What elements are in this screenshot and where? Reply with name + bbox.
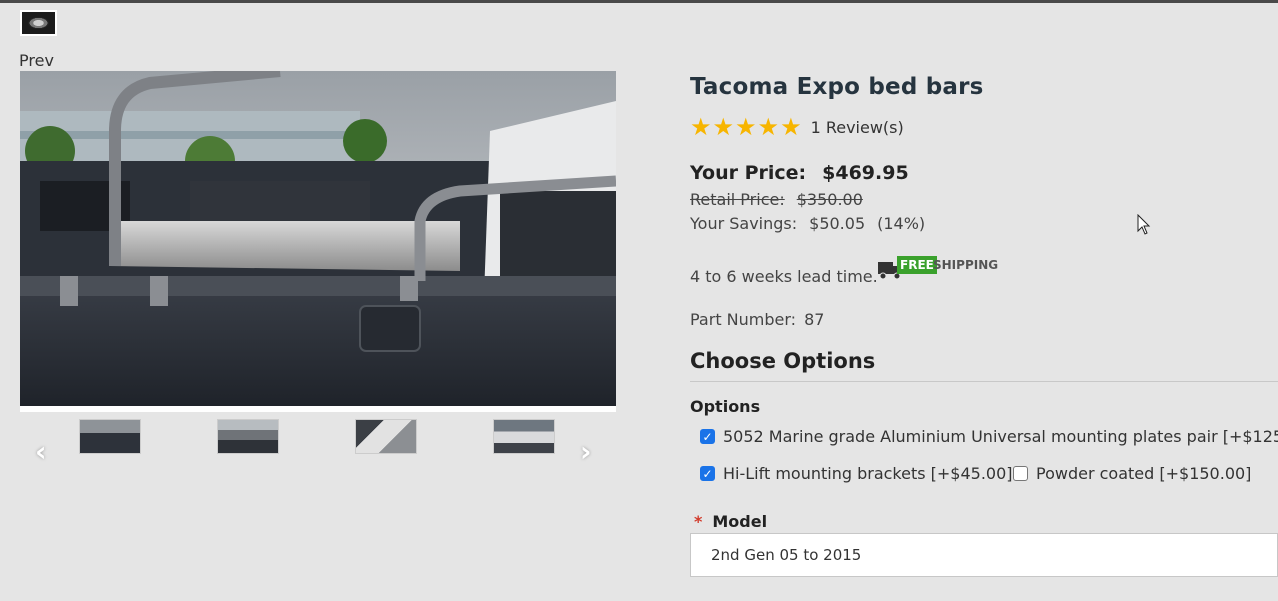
gallery-thumbnail-1[interactable] [79, 419, 141, 454]
star-icon: ★ [780, 113, 802, 141]
option-powder-coated[interactable]: Powder coated [+$150.00] [1013, 464, 1251, 483]
retail-price-label: Retail Price: [690, 190, 785, 209]
part-number: Part Number: 87 [690, 310, 824, 329]
prev-link[interactable]: Prev [19, 51, 54, 70]
part-number-value: 87 [804, 310, 825, 329]
checkbox-unchecked[interactable] [1013, 466, 1028, 481]
option-label: 5052 Marine grade Aluminium Universal mo… [723, 427, 1278, 446]
model-select[interactable]: 2nd Gen 05 to 2015 [690, 533, 1278, 577]
lead-time: 4 to 6 weeks lead time. [690, 267, 878, 286]
star-icon: ★ [690, 113, 712, 141]
your-price-label: Your Price: [690, 162, 807, 184]
gallery-thumbnail-4[interactable] [493, 419, 555, 454]
reviews-link[interactable]: 1 Review(s) [811, 118, 904, 137]
options-divider [690, 381, 1278, 382]
savings: Your Savings: $50.05 (14%) [690, 214, 925, 233]
option-mounting-plates[interactable]: 5052 Marine grade Aluminium Universal mo… [700, 427, 1278, 446]
option-hilift-brackets[interactable]: Hi-Lift mounting brackets [+$45.00] [700, 464, 1013, 483]
truck-bed-photo [20, 71, 616, 406]
checkbox-checked[interactable] [700, 466, 715, 481]
your-price-value: $469.95 [822, 162, 909, 184]
model-selected-value: 2nd Gen 05 to 2015 [711, 546, 862, 564]
top-border [0, 0, 1278, 3]
savings-value: $50.05 [809, 214, 866, 233]
free-shipping-badge: FREE SHIPPING [877, 254, 998, 284]
required-marker: * [694, 512, 703, 531]
rating-row: ★ ★ ★ ★ ★ 1 Review(s) [690, 114, 904, 140]
product-title: Tacoma Expo bed bars [690, 74, 984, 100]
previous-image-thumbnail[interactable] [20, 10, 57, 36]
model-label: * Model [694, 512, 767, 531]
mouse-cursor-icon [1137, 214, 1151, 235]
retail-price: Retail Price: $350.00 [690, 190, 863, 209]
gallery-thumbnail-2[interactable] [217, 419, 279, 454]
options-label: Options [690, 397, 761, 416]
main-product-photo[interactable] [20, 71, 616, 412]
star-icon: ★ [712, 113, 735, 141]
carousel-prev-arrow-icon[interactable]: ‹ [35, 438, 55, 466]
gallery-thumbnail-3[interactable] [355, 419, 417, 454]
your-price: Your Price: $469.95 [690, 162, 909, 184]
choose-options-heading: Choose Options [690, 349, 876, 373]
thumbnail-carousel: ‹ › [20, 418, 616, 466]
part-number-label: Part Number: [690, 310, 797, 329]
model-label-text: Model [712, 512, 768, 531]
checkbox-checked[interactable] [700, 429, 715, 444]
shipping-label: SHIPPING [933, 258, 999, 272]
savings-percent: (14%) [877, 214, 926, 233]
retail-price-value: $350.00 [796, 190, 863, 209]
free-label: FREE [897, 256, 937, 274]
star-icon: ★ [757, 113, 780, 141]
carousel-next-arrow-icon[interactable]: › [580, 438, 600, 466]
option-label: Powder coated [+$150.00] [1036, 464, 1252, 483]
star-icon: ★ [735, 113, 757, 141]
savings-label: Your Savings: [690, 214, 798, 233]
option-label: Hi-Lift mounting brackets [+$45.00] [723, 464, 1013, 483]
tire-photo [28, 17, 49, 29]
